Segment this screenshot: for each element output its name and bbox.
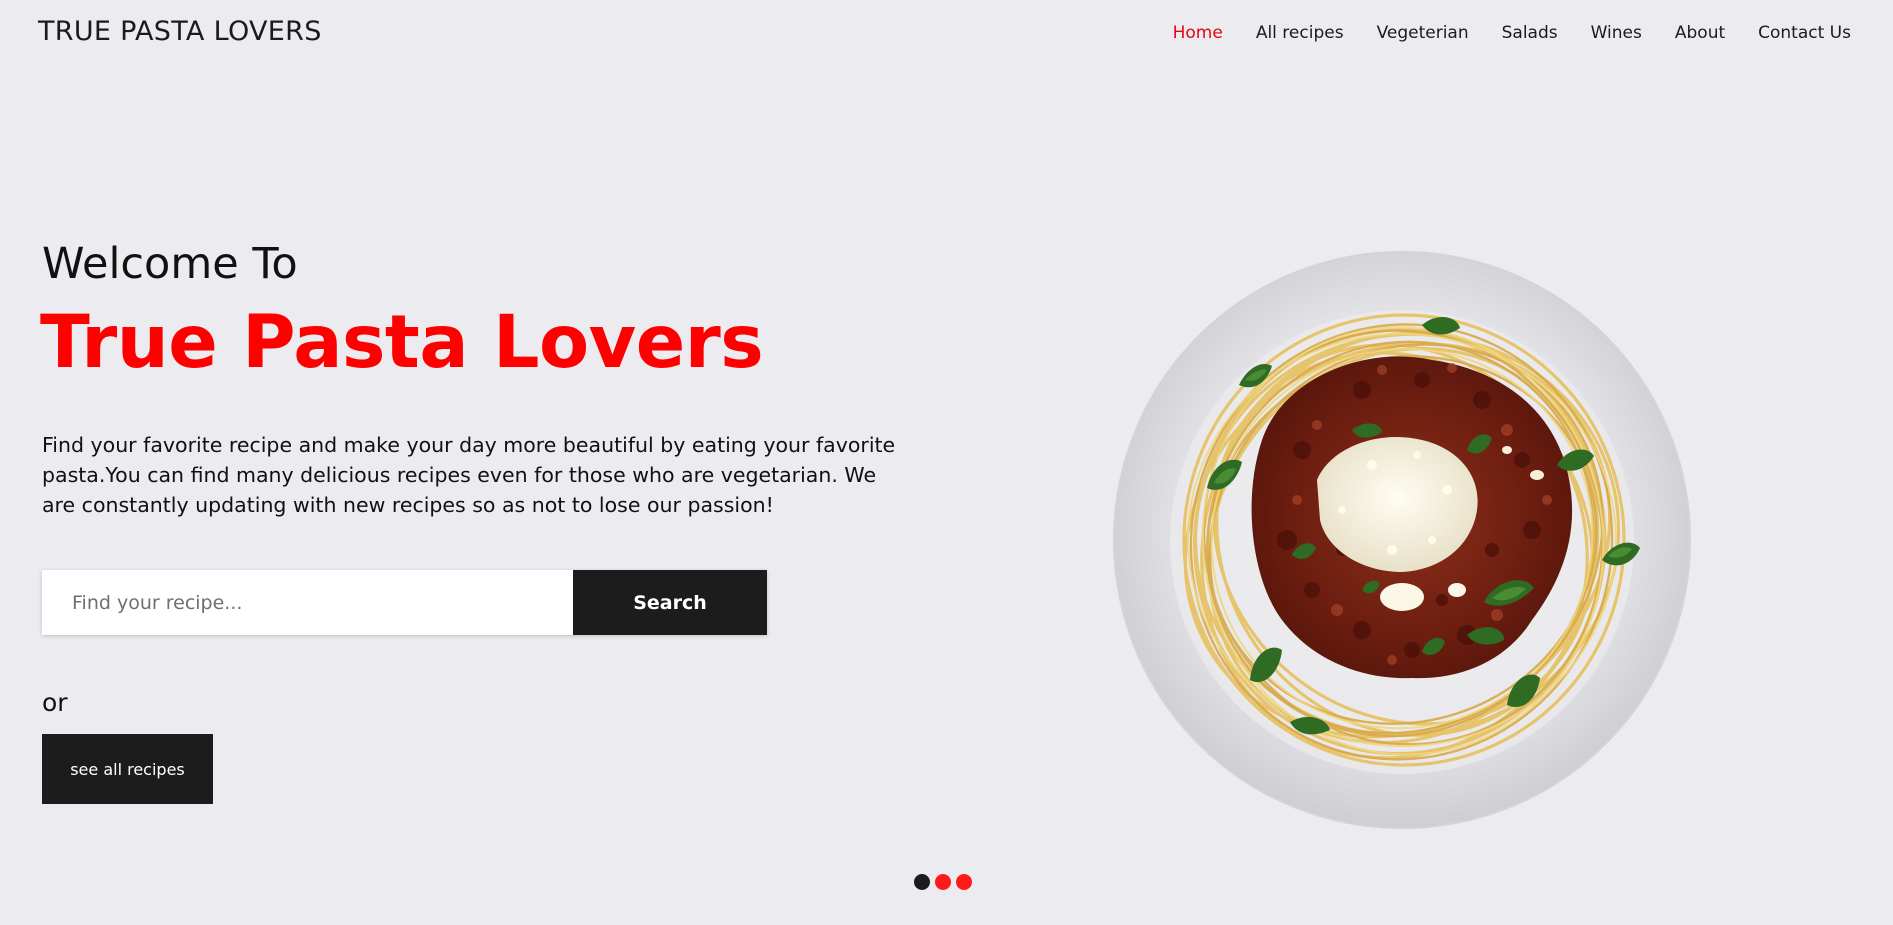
nav-link-about[interactable]: About (1675, 23, 1725, 43)
nav-link-home[interactable]: Home (1173, 23, 1223, 43)
or-text: or (42, 688, 68, 717)
nav-link-vegeterian[interactable]: Vegeterian (1377, 23, 1469, 43)
nav-link-wines[interactable]: Wines (1591, 23, 1642, 43)
main-nav: Home All recipes Vegeterian Salads Wines… (1173, 23, 1851, 43)
see-all-recipes-button[interactable]: see all recipes (42, 734, 213, 804)
recipe-search-bar: Search (42, 570, 767, 635)
carousel-dot[interactable] (935, 874, 951, 890)
nav-link-all-recipes[interactable]: All recipes (1256, 23, 1344, 43)
nav-link-salads[interactable]: Salads (1502, 23, 1558, 43)
carousel-dot[interactable] (956, 874, 972, 890)
search-button[interactable]: Search (573, 570, 767, 635)
hero-description: Find your favorite recipe and make your … (42, 433, 896, 517)
hero-title: True Pasta Lovers (40, 300, 764, 385)
welcome-heading: Welcome To (42, 239, 298, 289)
nav-link-contact-us[interactable]: Contact Us (1758, 23, 1851, 43)
carousel-dot[interactable] (914, 874, 930, 890)
site-logo[interactable]: TRUE PASTA LOVERS (38, 16, 322, 47)
carousel-dots (914, 874, 972, 890)
pasta-plate-icon (1113, 251, 1691, 829)
recipe-search-input[interactable] (42, 570, 573, 635)
pasta-plate-image (1112, 250, 1692, 830)
